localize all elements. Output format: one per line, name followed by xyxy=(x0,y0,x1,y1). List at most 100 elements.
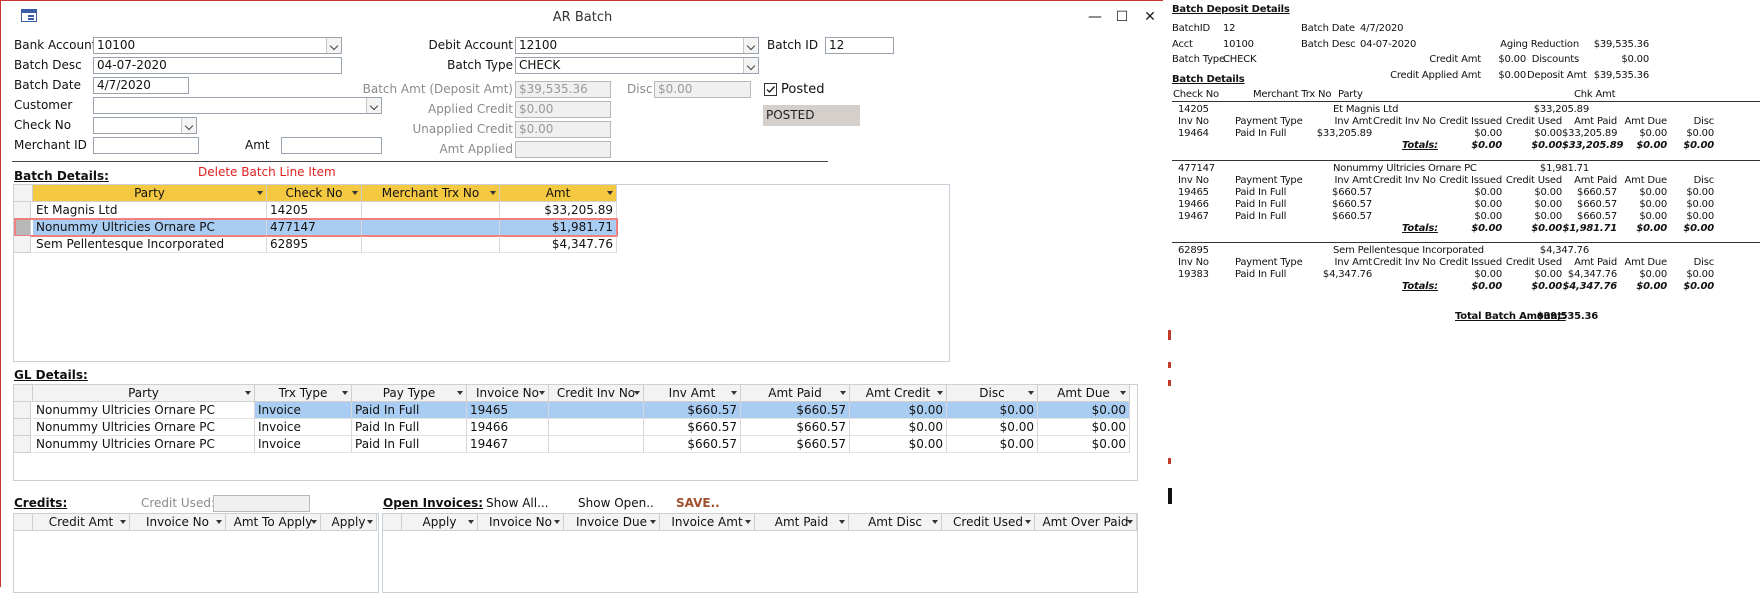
col-invoice-due[interactable]: Invoice Due xyxy=(564,514,660,531)
table-row-cell[interactable] xyxy=(549,402,644,419)
batch-date-input[interactable]: 4/7/2020 xyxy=(93,77,189,94)
table-row-cell[interactable]: $0.00 xyxy=(850,436,947,453)
chevron-down-icon[interactable] xyxy=(743,38,758,53)
table-row-party[interactable]: Et Magnis Ltd xyxy=(33,202,267,219)
col-amt-credit[interactable]: Amt Credit xyxy=(850,385,947,402)
col-amt-paid[interactable]: Amt Paid xyxy=(755,514,849,531)
col-pay-type[interactable]: Pay Type xyxy=(352,385,467,402)
col-disc[interactable]: Disc xyxy=(947,385,1038,402)
table-row-cell[interactable]: $660.57 xyxy=(741,436,850,453)
table-row-cell[interactable]: Invoice xyxy=(255,419,352,436)
table-row-check[interactable]: 62895 xyxy=(267,236,362,253)
col-apply[interactable]: Apply xyxy=(321,514,377,531)
merchant-id-input[interactable] xyxy=(93,137,199,154)
col-amt-to-apply[interactable]: Amt To Apply xyxy=(226,514,321,531)
col-invoice-no[interactable]: Invoice No xyxy=(467,385,549,402)
chevron-down-icon[interactable] xyxy=(743,58,758,73)
row-selector[interactable] xyxy=(14,419,31,436)
table-row-cell[interactable]: $660.57 xyxy=(644,402,741,419)
table-row-cell[interactable]: $660.57 xyxy=(741,419,850,436)
customer-combo[interactable] xyxy=(93,97,382,114)
amt-input[interactable] xyxy=(281,137,382,154)
sort-arrow-icon xyxy=(650,520,656,524)
table-row-cell[interactable]: 19466 xyxy=(467,419,549,436)
table-row-merchant[interactable] xyxy=(362,219,500,236)
chevron-down-icon[interactable] xyxy=(366,98,381,113)
col-invoice-no[interactable]: Invoice No xyxy=(130,514,226,531)
show-open-link[interactable]: Show Open.. xyxy=(578,496,654,510)
table-row-cell[interactable]: 19465 xyxy=(467,402,549,419)
batch-id-input[interactable]: 12 xyxy=(825,37,894,54)
table-row-cell[interactable]: $660.57 xyxy=(741,402,850,419)
col-party[interactable]: Party xyxy=(33,385,255,402)
table-row-amt[interactable]: $4,347.76 xyxy=(500,236,617,253)
save-button[interactable]: SAVE.. xyxy=(676,496,720,510)
table-row-cell[interactable]: Nonummy Ultricies Ornare PC xyxy=(33,419,255,436)
table-row-cell[interactable]: $0.00 xyxy=(947,436,1038,453)
table-row-cell[interactable]: $0.00 xyxy=(1038,402,1130,419)
col-invoice-no[interactable]: Invoice No xyxy=(478,514,564,531)
col-apply[interactable]: Apply xyxy=(402,514,478,531)
col-credit-used[interactable]: Credit Used xyxy=(942,514,1035,531)
table-row-cell[interactable]: $0.00 xyxy=(1038,436,1130,453)
chevron-down-icon[interactable] xyxy=(326,38,341,53)
minimize-button[interactable]: — xyxy=(1083,6,1107,28)
table-row-cell[interactable]: $0.00 xyxy=(850,402,947,419)
col-credit-amt[interactable]: Credit Amt xyxy=(33,514,130,531)
table-row-cell[interactable]: Paid In Full xyxy=(352,419,467,436)
table-row-cell[interactable]: Paid In Full xyxy=(352,402,467,419)
col-invoice-amt[interactable]: Invoice Amt xyxy=(660,514,755,531)
col-party[interactable]: Party xyxy=(33,185,267,202)
check-no-combo[interactable] xyxy=(93,117,197,134)
table-row-cell[interactable] xyxy=(549,419,644,436)
show-all-link[interactable]: Show All... xyxy=(486,496,549,510)
row-selector[interactable] xyxy=(14,202,31,219)
row-selector[interactable] xyxy=(14,402,31,419)
col-amt[interactable]: Amt xyxy=(500,185,617,202)
col-inv-amt[interactable]: Inv Amt xyxy=(644,385,741,402)
table-row-amt[interactable]: $1,981.71 xyxy=(500,219,617,236)
col-amt-over-paid[interactable]: Amt Over Paid xyxy=(1035,514,1137,531)
table-row-cell[interactable]: 19467 xyxy=(467,436,549,453)
batch-type-combo[interactable]: CHECK xyxy=(515,57,759,74)
row-selector[interactable] xyxy=(14,236,31,253)
batch-desc-input[interactable]: 04-07-2020 xyxy=(93,57,342,74)
delete-batch-line-link[interactable]: Delete Batch Line Item xyxy=(198,165,336,179)
col-merchant-trx-no[interactable]: Merchant Trx No xyxy=(362,185,500,202)
table-row-check[interactable]: 477147 xyxy=(267,219,362,236)
table-row-cell[interactable]: Nonummy Ultricies Ornare PC xyxy=(33,436,255,453)
table-row-cell[interactable]: Nonummy Ultricies Ornare PC xyxy=(33,402,255,419)
report-sub-col-header: Inv No xyxy=(1178,116,1209,127)
table-row-cell[interactable]: $660.57 xyxy=(644,419,741,436)
maximize-button[interactable]: ☐ xyxy=(1110,6,1134,28)
report-sub-col-header: Credit Issued xyxy=(1439,116,1502,127)
table-row-cell[interactable] xyxy=(549,436,644,453)
table-row-cell[interactable]: $0.00 xyxy=(1038,419,1130,436)
col-amt-disc[interactable]: Amt Disc xyxy=(849,514,942,531)
chevron-down-icon[interactable] xyxy=(181,118,196,133)
col-amt-due[interactable]: Amt Due xyxy=(1038,385,1130,402)
table-row-party[interactable]: Nonummy Ultricies Ornare PC xyxy=(33,219,267,236)
table-row-cell[interactable]: $660.57 xyxy=(644,436,741,453)
col-trx-type[interactable]: Trx Type xyxy=(255,385,352,402)
table-row-merchant[interactable] xyxy=(362,236,500,253)
table-row-cell[interactable]: $0.00 xyxy=(850,419,947,436)
table-row-cell[interactable]: $0.00 xyxy=(947,402,1038,419)
table-row-cell[interactable]: Paid In Full xyxy=(352,436,467,453)
table-row-cell[interactable]: Invoice xyxy=(255,402,352,419)
col-amt-paid[interactable]: Amt Paid xyxy=(741,385,850,402)
row-selector[interactable] xyxy=(14,436,31,453)
table-row-merchant[interactable] xyxy=(362,202,500,219)
row-selector[interactable] xyxy=(14,219,31,236)
table-row-amt[interactable]: $33,205.89 xyxy=(500,202,617,219)
posted-checkbox[interactable] xyxy=(764,83,777,96)
bank-account-combo[interactable]: 10100 xyxy=(93,37,342,54)
table-row-party[interactable]: Sem Pellentesque Incorporated xyxy=(33,236,267,253)
close-button[interactable]: ✕ xyxy=(1138,6,1162,28)
col-check-no[interactable]: Check No xyxy=(267,185,362,202)
col-credit-inv-no[interactable]: Credit Inv No xyxy=(549,385,644,402)
table-row-check[interactable]: 14205 xyxy=(267,202,362,219)
debit-account-combo[interactable]: 12100 xyxy=(515,37,759,54)
table-row-cell[interactable]: Invoice xyxy=(255,436,352,453)
table-row-cell[interactable]: $0.00 xyxy=(947,419,1038,436)
